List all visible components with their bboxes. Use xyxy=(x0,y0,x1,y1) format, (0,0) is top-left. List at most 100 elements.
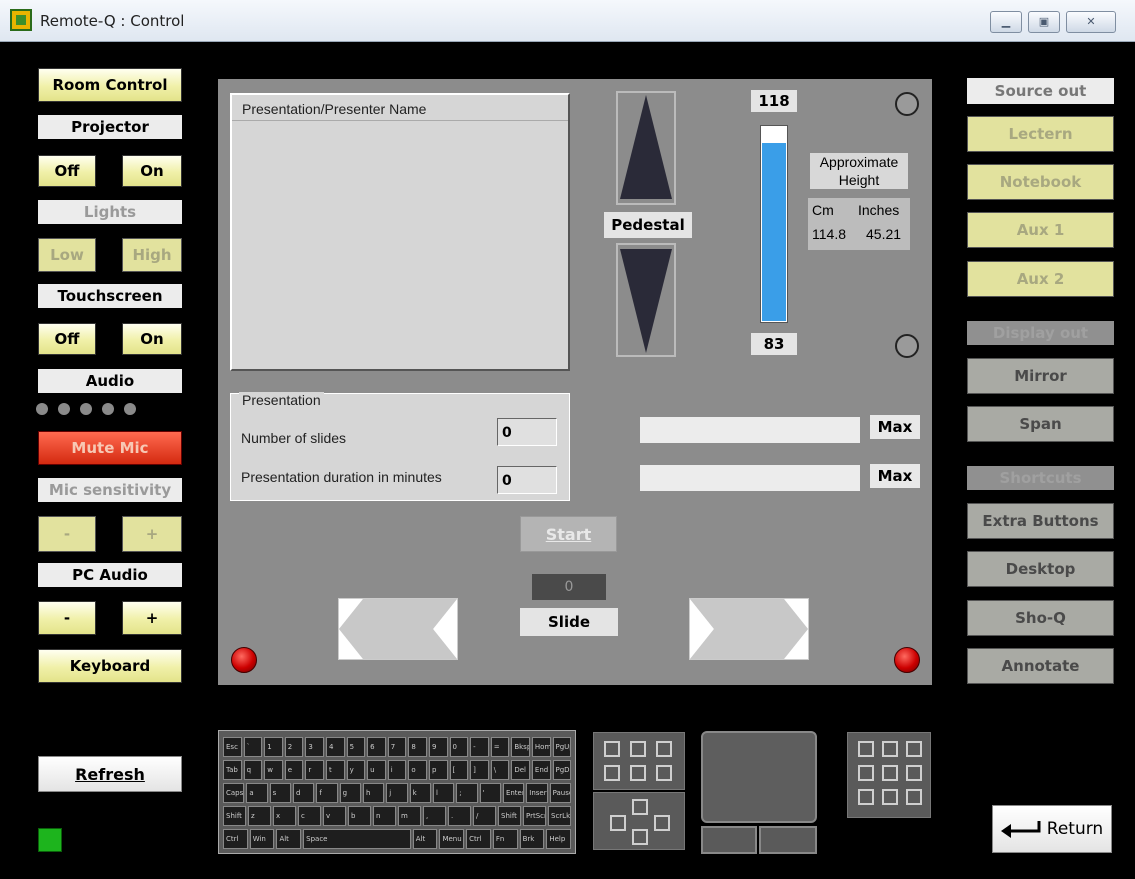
keyboard-key[interactable]: / xyxy=(473,806,496,826)
slides-field[interactable]: 0 xyxy=(497,418,557,446)
previous-slide-button[interactable] xyxy=(338,598,458,660)
on-screen-keyboard[interactable]: Esc`1234567890-=BkspHomePgUp Tabqwertyuio… xyxy=(218,730,576,854)
projector-on-button[interactable]: On xyxy=(122,155,182,187)
pedestal-height-slider[interactable] xyxy=(760,125,788,323)
duration-field[interactable]: 0 xyxy=(497,466,557,494)
keyboard-key[interactable]: Ctrl xyxy=(466,829,491,849)
pedestal-up-button[interactable] xyxy=(616,91,676,205)
projector-off-button[interactable]: Off xyxy=(38,155,96,187)
keyboard-key[interactable]: . xyxy=(448,806,471,826)
keyboard-key[interactable]: PgDn xyxy=(552,760,572,780)
close-button[interactable]: ✕ xyxy=(1066,11,1116,33)
lectern-button[interactable]: Lectern xyxy=(967,116,1114,152)
keyboard-key[interactable]: Pause xyxy=(549,783,571,803)
mute-mic-button[interactable]: Mute Mic xyxy=(38,431,182,465)
keyboard-key[interactable]: 8 xyxy=(408,737,427,757)
sho-q-button[interactable]: Sho-Q xyxy=(967,600,1114,636)
keyboard-key[interactable]: i xyxy=(387,760,407,780)
keyboard-key[interactable]: q xyxy=(243,760,263,780)
keyboard-key[interactable]: Tab xyxy=(223,760,242,780)
keyboard-key[interactable]: PrtScn xyxy=(523,806,546,826)
notebook-button[interactable]: Notebook xyxy=(967,164,1114,200)
return-button[interactable]: Return xyxy=(992,805,1112,853)
refresh-button[interactable]: Refresh xyxy=(38,756,182,792)
keyboard-key[interactable]: Del xyxy=(511,760,530,780)
desktop-button[interactable]: Desktop xyxy=(967,551,1114,587)
start-button[interactable]: Start xyxy=(520,516,617,552)
keyboard-key[interactable]: p xyxy=(428,760,448,780)
keyboard-key[interactable]: Bksp xyxy=(511,737,530,757)
lights-high-button[interactable]: High xyxy=(122,238,182,272)
keyboard-key[interactable]: , xyxy=(423,806,446,826)
keyboard-key[interactable]: 4 xyxy=(325,737,345,757)
mirror-button[interactable]: Mirror xyxy=(967,358,1114,394)
keyboard-key[interactable]: v xyxy=(323,806,346,826)
keyboard-key[interactable]: ; xyxy=(456,783,478,803)
keyboard-key[interactable]: c xyxy=(298,806,321,826)
keyboard-key[interactable]: [ xyxy=(449,760,469,780)
keyboard-key[interactable]: f xyxy=(316,783,338,803)
keyboard-key[interactable]: - xyxy=(470,737,489,757)
touchpad-right-button[interactable] xyxy=(759,826,817,854)
keyboard-key[interactable]: j xyxy=(386,783,408,803)
pc-audio-minus-button[interactable]: - xyxy=(38,601,96,635)
keyboard-key[interactable]: Insert xyxy=(526,783,548,803)
lights-low-button[interactable]: Low xyxy=(38,238,96,272)
span-button[interactable]: Span xyxy=(967,406,1114,442)
keyboard-key[interactable]: 3 xyxy=(305,737,324,757)
aux1-button[interactable]: Aux 1 xyxy=(967,212,1114,248)
keyboard-key[interactable]: ] xyxy=(470,760,489,780)
keyboard-key[interactable]: ' xyxy=(479,783,501,803)
keyboard-key[interactable]: l xyxy=(432,783,455,803)
keyboard-key[interactable]: t xyxy=(325,760,345,780)
keyboard-key[interactable]: 5 xyxy=(346,737,366,757)
mic-sensitivity-minus-button[interactable]: - xyxy=(38,516,96,552)
touchpad[interactable] xyxy=(701,731,817,823)
keyboard-key[interactable]: Caps xyxy=(223,783,245,803)
keyboard-key[interactable]: 0 xyxy=(449,737,469,757)
keyboard-key[interactable]: y xyxy=(346,760,366,780)
keyboard-key[interactable]: Alt xyxy=(412,829,438,849)
keyboard-key[interactable]: End xyxy=(531,760,551,780)
keyboard-key[interactable]: g xyxy=(339,783,361,803)
keyboard-key[interactable]: o xyxy=(408,760,427,780)
keyboard-key[interactable]: Fn xyxy=(492,829,518,849)
keyboard-key[interactable]: \ xyxy=(490,760,510,780)
aux2-button[interactable]: Aux 2 xyxy=(967,261,1114,297)
presenter-list[interactable]: Presentation/Presenter Name xyxy=(230,93,570,371)
keyboard-key[interactable]: b xyxy=(348,806,371,826)
keyboard-key[interactable]: Space xyxy=(303,829,411,849)
annotate-button[interactable]: Annotate xyxy=(967,648,1114,684)
keyboard-key[interactable]: z xyxy=(248,806,271,826)
minimize-button[interactable]: ▁ xyxy=(990,11,1022,33)
pc-audio-plus-button[interactable]: + xyxy=(122,601,182,635)
keyboard-key[interactable]: a xyxy=(246,783,268,803)
direction-pad[interactable] xyxy=(593,792,685,850)
keyboard-key[interactable]: Win xyxy=(249,829,275,849)
keyboard-key[interactable]: 6 xyxy=(367,737,386,757)
keyboard-key[interactable]: s xyxy=(269,783,291,803)
keyboard-key[interactable]: r xyxy=(305,760,324,780)
keyboard-key[interactable]: Esc xyxy=(223,737,242,757)
touchpad-left-button[interactable] xyxy=(701,826,757,854)
room-control-button[interactable]: Room Control xyxy=(38,68,182,102)
keyboard-key[interactable]: Ctrl xyxy=(223,829,248,849)
keyboard-key[interactable]: = xyxy=(490,737,510,757)
keyboard-key[interactable]: d xyxy=(292,783,315,803)
keyboard-key[interactable]: Shift xyxy=(498,806,521,826)
keyboard-key[interactable]: k xyxy=(409,783,431,803)
keyboard-key[interactable]: Menu xyxy=(439,829,465,849)
keyboard-key[interactable]: 2 xyxy=(284,737,304,757)
extra-buttons-button[interactable]: Extra Buttons xyxy=(967,503,1114,539)
keyboard-key[interactable]: PgUp xyxy=(552,737,572,757)
keyboard-key[interactable]: Shift xyxy=(223,806,246,826)
keyboard-key[interactable]: Home xyxy=(531,737,551,757)
keyboard-key[interactable]: e xyxy=(284,760,304,780)
grid-pad-right[interactable] xyxy=(847,732,931,818)
keyboard-key[interactable]: Enter xyxy=(502,783,525,803)
keyboard-key[interactable]: Brk xyxy=(519,829,545,849)
keyboard-key[interactable]: Alt xyxy=(276,829,302,849)
mic-sensitivity-plus-button[interactable]: + xyxy=(122,516,182,552)
touchscreen-on-button[interactable]: On xyxy=(122,323,182,355)
keyboard-key[interactable]: m xyxy=(398,806,421,826)
